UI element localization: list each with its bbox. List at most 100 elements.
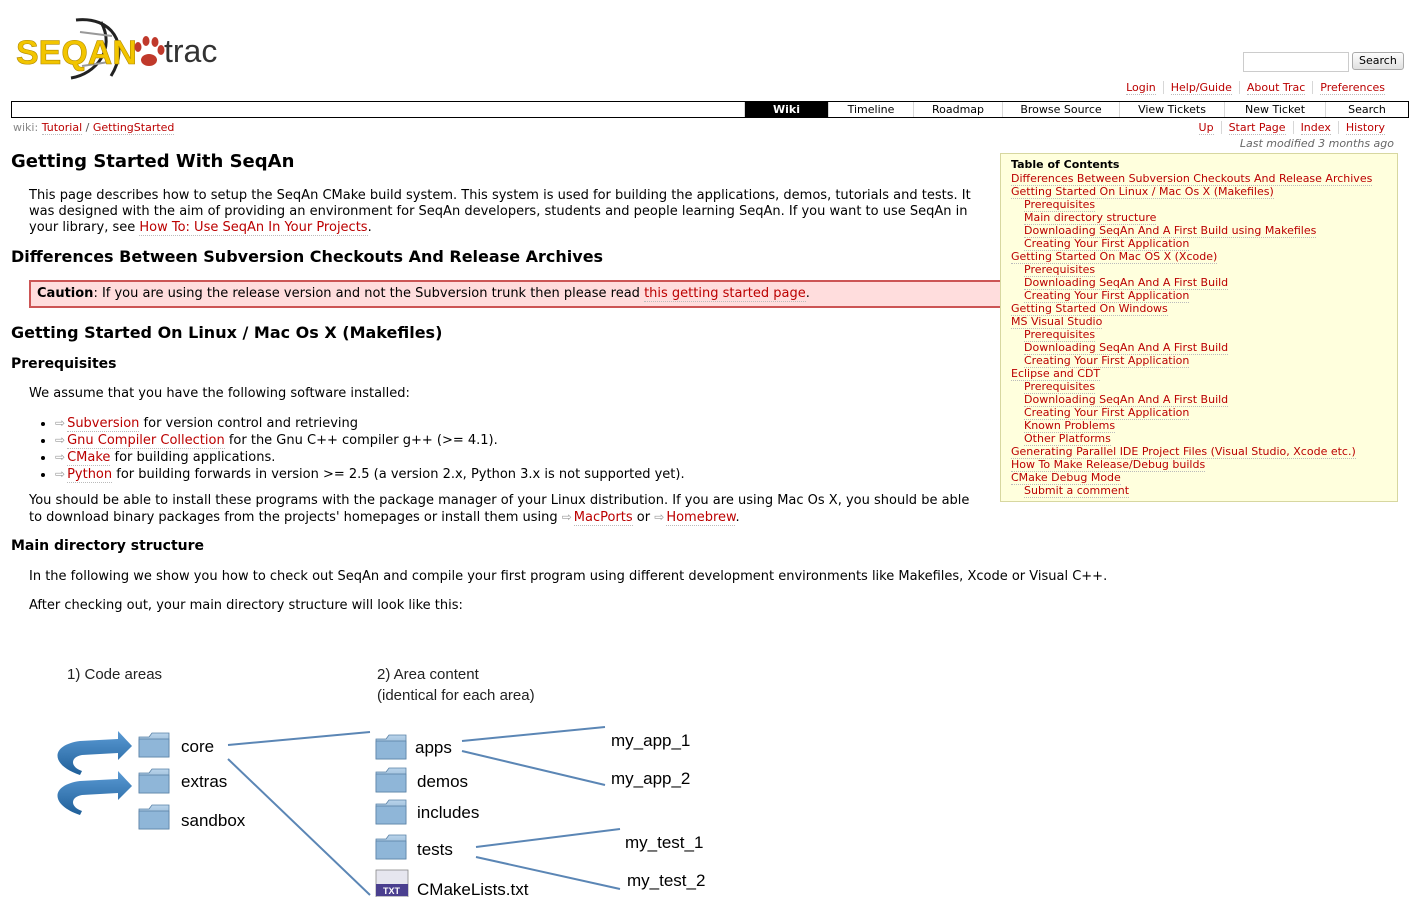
external-link-icon: ⇨ — [561, 510, 572, 524]
toc-link[interactable]: MS Visual Studio — [1011, 315, 1103, 329]
macports-link[interactable]: MacPorts — [573, 510, 633, 526]
toc-link[interactable]: Submit a comment — [1024, 484, 1130, 498]
toc-link[interactable]: Main directory structure — [1024, 211, 1157, 225]
list-item: ⇨CMake for building applications. — [55, 449, 685, 466]
tab-timeline[interactable]: Timeline — [828, 102, 913, 117]
software-list: ⇨Subversion for version control and retr… — [37, 415, 685, 483]
heading-linux: Getting Started On Linux / Mac Os X (Mak… — [11, 323, 443, 342]
toc-link[interactable]: Prerequisites — [1024, 263, 1096, 277]
toc-link[interactable]: Downloading SeqAn And A First Build — [1024, 276, 1229, 290]
caution-box: Caution: If you are using the release ve… — [29, 280, 1005, 308]
login-link[interactable]: Login — [1126, 81, 1156, 95]
external-link-icon: ⇨ — [55, 416, 66, 430]
homebrew-link[interactable]: Homebrew — [666, 510, 736, 526]
app-1: my_app_1 — [611, 731, 690, 750]
toc-entry: How To Make Release/Debug builds — [1011, 458, 1387, 472]
toc-entry: Other Platforms — [1024, 432, 1387, 446]
howto-link[interactable]: How To: Use SeqAn In Your Projects — [139, 220, 368, 236]
toc-entry: Creating Your First Application — [1024, 289, 1387, 303]
logo-product-text: trac — [164, 33, 217, 69]
toc-entry: Getting Started On Mac OS X (Xcode) — [1011, 250, 1387, 264]
toc-link[interactable]: Getting Started On Windows — [1011, 302, 1168, 316]
caution-end: . — [805, 286, 810, 301]
toc-entry: Submit a comment — [1024, 484, 1387, 498]
folder-icon — [375, 767, 407, 793]
toc-entry: Main directory structure — [1024, 211, 1387, 225]
tab-browse-source[interactable]: Browse Source — [1002, 102, 1119, 117]
toc-link[interactable]: Downloading SeqAn And A First Build usin… — [1024, 224, 1317, 238]
toc-link[interactable]: Generating Parallel IDE Project Files (V… — [1011, 445, 1356, 459]
toc-entry: Generating Parallel IDE Project Files (V… — [1011, 445, 1387, 459]
logo-brand-text: SEQAN — [16, 34, 137, 72]
toc-entry: Eclipse and CDT — [1011, 367, 1387, 381]
toc-entry: Downloading SeqAn And A First Build — [1024, 393, 1387, 407]
up-link[interactable]: Up — [1198, 121, 1214, 135]
toc-link[interactable]: Downloading SeqAn And A First Build — [1024, 393, 1229, 407]
toc-entry: Downloading SeqAn And A First Build usin… — [1024, 224, 1387, 238]
cmake-link[interactable]: CMake — [67, 450, 111, 466]
start-page-link[interactable]: Start Page — [1228, 121, 1286, 135]
prereq-intro: We assume that you have the following so… — [29, 386, 410, 401]
toc-link[interactable]: Creating Your First Application — [1024, 237, 1190, 251]
toc-link[interactable]: How To Make Release/Debug builds — [1011, 458, 1206, 472]
content-apps: apps — [415, 738, 452, 757]
about-trac-link[interactable]: About Trac — [1246, 81, 1306, 95]
search-button[interactable]: Search — [1352, 52, 1404, 70]
toc-entry: Downloading SeqAn And A First Build — [1024, 276, 1387, 290]
gcc-link[interactable]: Gnu Compiler Collection — [67, 433, 225, 449]
toc-link[interactable]: Creating Your First Application — [1024, 354, 1190, 368]
content-demos: demos — [417, 772, 468, 791]
toc-link[interactable]: Eclipse and CDT — [1011, 367, 1101, 381]
toc-entry: Prerequisites — [1024, 198, 1387, 212]
toc-link[interactable]: Prerequisites — [1024, 380, 1096, 394]
python-link[interactable]: Python — [67, 467, 113, 483]
toc-link[interactable]: Prerequisites — [1024, 198, 1096, 212]
trac-logo[interactable]: SEQAN trac — [16, 14, 228, 84]
search-input[interactable] — [1243, 52, 1349, 72]
index-link[interactable]: Index — [1300, 121, 1331, 135]
diagram-heading-identical: (identical for each area) — [377, 687, 535, 704]
external-link-icon: ⇨ — [55, 433, 66, 447]
preferences-link[interactable]: Preferences — [1320, 81, 1385, 95]
toc-link[interactable]: Downloading SeqAn And A First Build — [1024, 341, 1229, 355]
toc-link[interactable]: CMake Debug Mode — [1011, 471, 1121, 485]
install-text: You should be able to install these prog… — [29, 493, 970, 525]
toc-link[interactable]: Known Problems — [1024, 419, 1116, 433]
external-link-icon: ⇨ — [55, 450, 66, 464]
toc-entry: MS Visual Studio — [1011, 315, 1387, 329]
breadcrumb-gettingstarted[interactable]: GettingStarted — [92, 121, 175, 135]
help-guide-link[interactable]: Help/Guide — [1170, 81, 1232, 95]
toc-entry: Prerequisites — [1024, 263, 1387, 277]
maindir-paragraph-1: In the following we show you how to chec… — [29, 569, 1108, 584]
tab-search[interactable]: Search — [1325, 102, 1408, 117]
history-link[interactable]: History — [1345, 121, 1385, 135]
toc-entry: Downloading SeqAn And A First Build — [1024, 341, 1387, 355]
tab-wiki[interactable]: Wiki — [744, 102, 828, 117]
toc-link[interactable]: Prerequisites — [1024, 328, 1096, 342]
toc-link[interactable]: Differences Between Subversion Checkouts… — [1011, 172, 1373, 186]
toc-link[interactable]: Creating Your First Application — [1024, 289, 1190, 303]
software-desc: for the Gnu C++ compiler g++ (>= 4.1). — [224, 433, 498, 448]
toc-link[interactable]: Creating Your First Application — [1024, 406, 1190, 420]
getting-started-page-link[interactable]: this getting started page — [644, 286, 806, 302]
tab-view-tickets[interactable]: View Tickets — [1119, 102, 1224, 117]
main-nav: Wiki Timeline Roadmap Browse Source View… — [11, 101, 1409, 118]
heading-main-directory: Main directory structure — [11, 538, 205, 554]
app-2: my_app_2 — [611, 769, 690, 788]
external-link-icon: ⇨ — [654, 510, 665, 524]
tab-new-ticket[interactable]: New Ticket — [1224, 102, 1325, 117]
folder-icon — [138, 804, 170, 830]
toc-link[interactable]: Other Platforms — [1024, 432, 1111, 446]
meta-nav: Login Help/Guide About Trac Preferences — [1119, 81, 1392, 95]
toc-link[interactable]: Getting Started On Linux / Mac Os X (Mak… — [1011, 185, 1274, 199]
software-desc: for building forwards in version >= 2.5 … — [112, 467, 685, 482]
toc-link[interactable]: Getting Started On Mac OS X (Xcode) — [1011, 250, 1218, 264]
test-2: my_test_2 — [627, 871, 705, 890]
subversion-link[interactable]: Subversion — [67, 416, 140, 432]
context-nav: Up Start Page Index History — [1192, 121, 1392, 135]
install-end: . — [735, 510, 740, 525]
software-desc: for version control and retrieving — [139, 416, 358, 431]
tab-roadmap[interactable]: Roadmap — [913, 102, 1002, 117]
page-title: Getting Started With SeqAn — [11, 151, 295, 172]
breadcrumb-tutorial[interactable]: Tutorial — [41, 121, 83, 135]
